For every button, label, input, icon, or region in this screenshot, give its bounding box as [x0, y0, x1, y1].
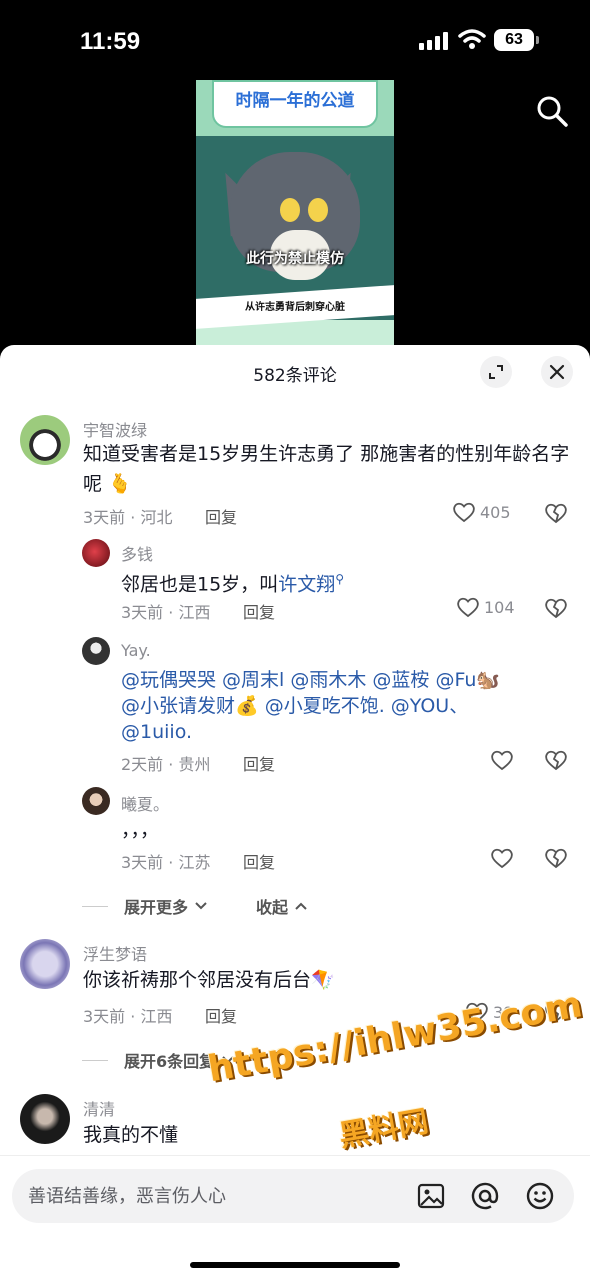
expand-more-button[interactable]: 展开更多 — [82, 894, 208, 918]
like-count: 104 — [484, 597, 515, 617]
reply-mentions-line3[interactable]: @1uiio. — [121, 717, 192, 747]
reply-meta: 3天前 · 江西 — [121, 603, 211, 622]
avatar[interactable] — [82, 539, 110, 567]
video-subtitle: 此行为禁止模仿 — [246, 251, 344, 267]
expand-replies-label: 展开6条回复 — [124, 1052, 216, 1071]
reply-username[interactable]: Yay. — [121, 641, 151, 660]
image-icon[interactable] — [416, 1181, 446, 1211]
dislike-icon[interactable] — [544, 749, 568, 771]
video-title-card: 时隔一年的公道 — [212, 80, 378, 128]
video-player[interactable]: 时隔一年的公道 此行为禁止模仿 从许志勇背后刺穿心脏 — [196, 80, 394, 350]
comment-meta: 3天前 · 江西 — [83, 1007, 173, 1026]
reply-meta: 3天前 · 江苏 — [121, 853, 211, 872]
comment-input-box[interactable] — [12, 1169, 574, 1223]
reply-button[interactable]: 回复 — [243, 751, 275, 775]
search-icon[interactable] — [535, 94, 569, 128]
avatar[interactable] — [82, 787, 110, 815]
comment-text-body: 知道受害者是15岁男生许志勇了 那施害者的性别年龄名字呢 — [83, 443, 570, 495]
home-indicator[interactable] — [190, 1262, 400, 1268]
like-button[interactable]: 405 — [452, 501, 511, 523]
chevron-down-icon — [195, 902, 207, 910]
reply-button[interactable]: 回复 — [205, 504, 237, 528]
battery-icon: 63 — [494, 29, 534, 51]
reply-button[interactable]: 回复 — [205, 1003, 237, 1027]
reply-button[interactable]: 回复 — [243, 599, 275, 623]
comment-username[interactable]: 宇智波绿 — [83, 417, 147, 441]
dislike-icon[interactable] — [544, 847, 568, 869]
fullscreen-icon — [489, 365, 503, 379]
divider — [82, 905, 108, 907]
comment-emoji: 🫰 — [108, 473, 132, 495]
status-bar: 11:59 63 — [0, 0, 590, 80]
heart-icon[interactable] — [490, 749, 514, 771]
avatar[interactable] — [20, 1094, 70, 1144]
comment-text-body: 你该祈祷那个邻居没有后台 — [83, 969, 312, 991]
comment-text: 知道受害者是15岁男生许志勇了 那施害者的性别年龄名字呢 🫰 — [83, 439, 573, 499]
comment-meta: 3天前 · 河北 — [83, 508, 173, 527]
cat-eye-left — [280, 198, 300, 222]
emoji-icon[interactable] — [525, 1181, 555, 1211]
chevron-up-icon — [295, 902, 307, 910]
video-caption: 从许志勇背后刺穿心脏 — [245, 302, 345, 313]
close-button[interactable] — [541, 356, 573, 388]
dislike-icon[interactable] — [544, 597, 568, 619]
comment-emoji: 🪁 — [311, 969, 335, 991]
comment-text: 我真的不懂 — [83, 1124, 179, 1146]
reply-text: ，，， — [121, 819, 160, 841]
expand-more-label: 展开更多 — [124, 898, 189, 917]
like-count: 405 — [480, 502, 511, 522]
comment-sheet: 582条评论 宇智波绿 知道受害者是15岁男生许志勇了 那施害者的性别年龄名字呢… — [0, 345, 590, 1280]
heart-icon — [453, 502, 475, 523]
comment-username[interactable]: 浮生梦语 — [83, 941, 147, 965]
reply-username[interactable]: 曦夏。 — [121, 791, 169, 815]
collapse-button[interactable]: 收起 — [256, 894, 308, 918]
avatar[interactable] — [20, 939, 70, 989]
cat-eye-right — [308, 198, 328, 222]
comment-username[interactable]: 清清 — [83, 1096, 115, 1120]
reply-meta: 2天前 · 贵州 — [121, 755, 211, 774]
reply-text: 邻居也是15岁，叫许文翔⚲ — [121, 564, 344, 599]
reply-username[interactable]: 多钱 — [121, 541, 153, 565]
collapse-label: 收起 — [256, 898, 289, 917]
at-icon[interactable] — [470, 1181, 500, 1211]
avatar[interactable] — [82, 637, 110, 665]
status-time: 11:59 — [80, 28, 141, 55]
signal-icon — [419, 32, 449, 50]
like-button[interactable]: 104 — [456, 596, 515, 618]
dislike-icon[interactable] — [544, 502, 568, 524]
battery-tip — [536, 36, 539, 44]
avatar[interactable] — [20, 415, 70, 465]
search-small-icon: ⚲ — [335, 572, 344, 586]
divider — [82, 1059, 108, 1061]
heart-icon — [457, 597, 479, 618]
video-title: 时隔一年的公道 — [235, 91, 355, 111]
heart-icon[interactable] — [490, 847, 514, 869]
close-icon — [549, 364, 565, 380]
search-link[interactable]: 许文翔 — [278, 573, 335, 595]
reply-button[interactable]: 回复 — [243, 849, 275, 873]
wifi-icon — [458, 29, 486, 49]
fullscreen-button[interactable] — [480, 356, 512, 388]
comment-input[interactable] — [28, 1169, 408, 1223]
comment-text: 你该祈祷那个邻居没有后台🪁 — [83, 965, 335, 995]
reply-text-body: 邻居也是15岁，叫 — [121, 573, 279, 596]
